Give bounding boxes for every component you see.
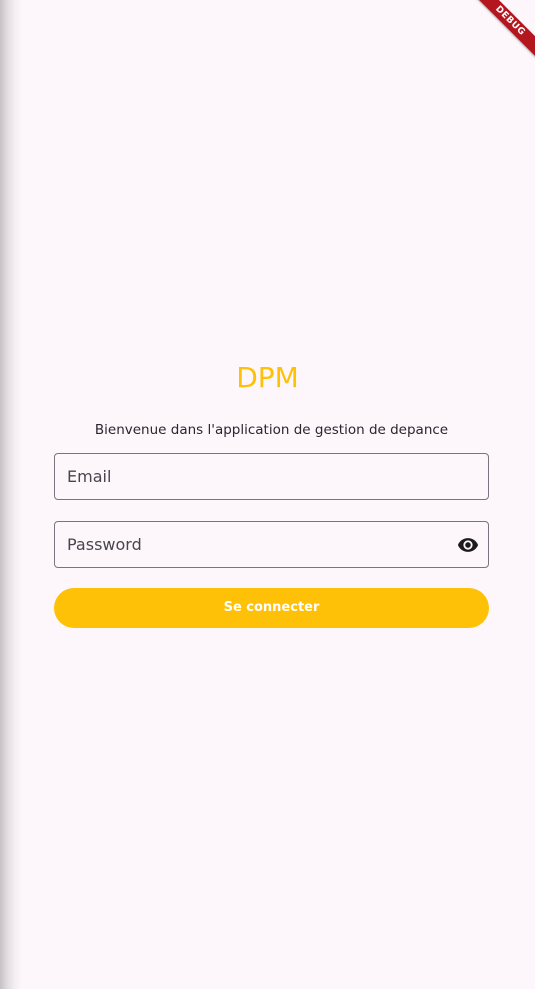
email-field-label: Email	[67, 467, 112, 486]
login-screen: DEBUG DPM Bienvenue dans l'application d…	[0, 0, 535, 989]
email-field[interactable]: Email	[54, 453, 489, 500]
eye-icon[interactable]	[456, 534, 480, 556]
debug-ribbon-label: DEBUG	[466, 0, 535, 65]
app-title: DPM	[236, 361, 299, 394]
welcome-text: Bienvenue dans l'application de gestion …	[94, 422, 449, 438]
password-field-label: Password	[67, 535, 142, 554]
password-field[interactable]: Password	[54, 521, 489, 568]
drawer-edge-shadow	[0, 0, 22, 989]
login-button[interactable]: Se connecter	[54, 588, 489, 628]
debug-banner: DEBUG	[465, 0, 535, 70]
